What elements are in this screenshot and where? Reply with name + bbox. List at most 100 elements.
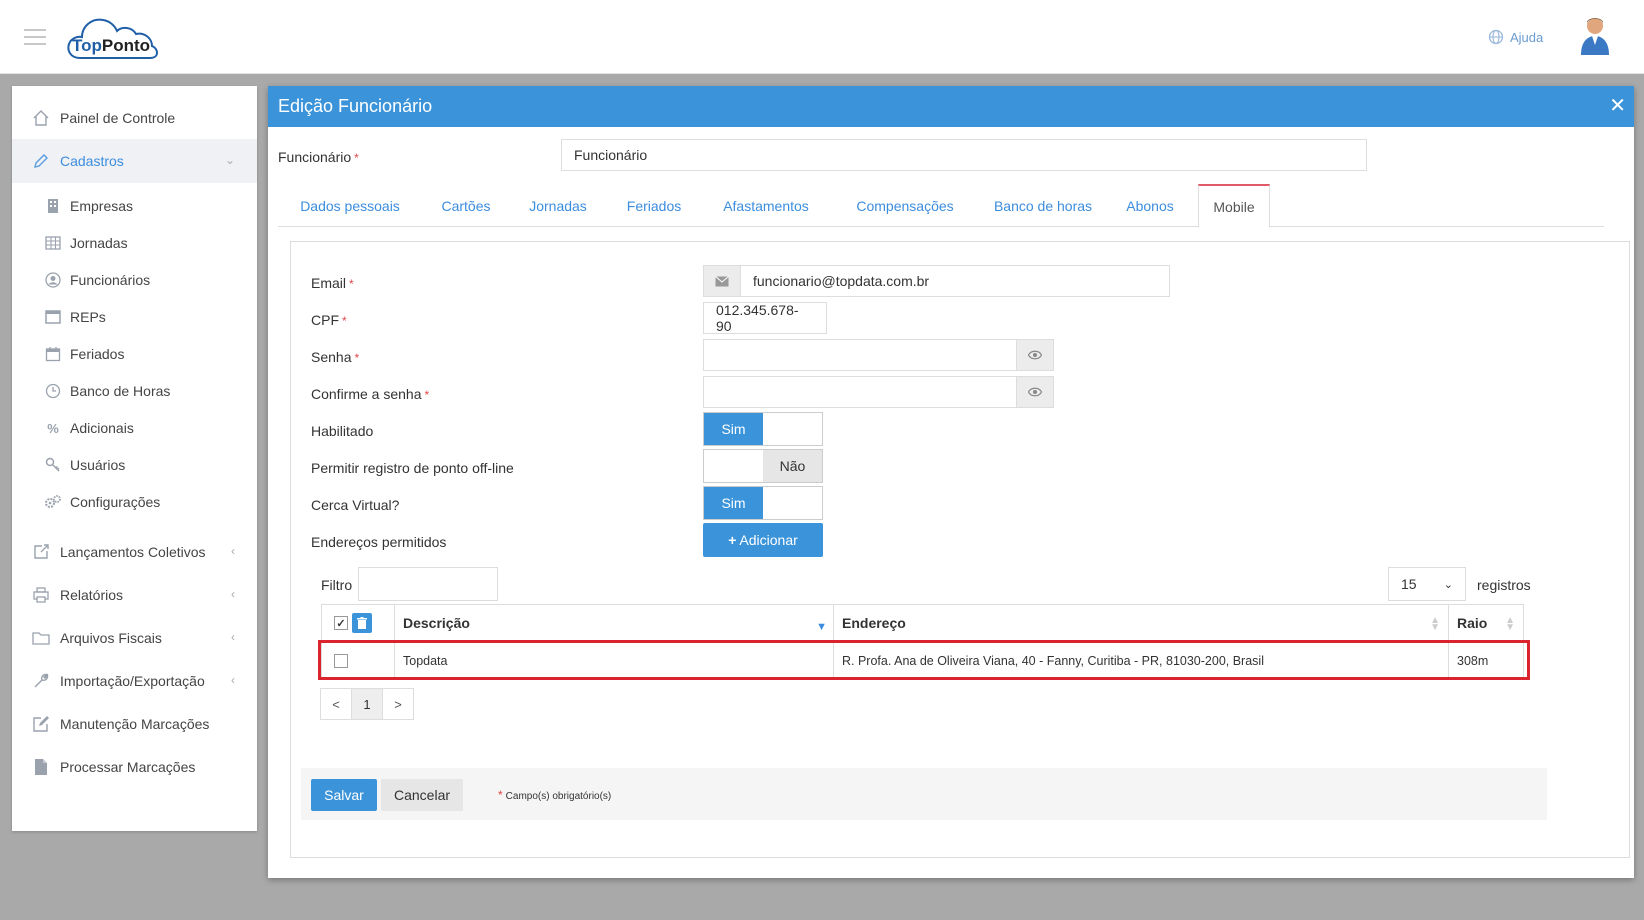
file-icon bbox=[30, 756, 52, 778]
column-raio-label: Raio bbox=[1457, 615, 1488, 631]
add-address-button[interactable]: + Adicionar bbox=[703, 523, 823, 557]
offline-toggle[interactable]: Não bbox=[703, 449, 823, 483]
sidebar-item-label: Painel de Controle bbox=[60, 110, 176, 126]
menu-icon[interactable] bbox=[24, 29, 46, 45]
help-link[interactable]: Ajuda bbox=[1488, 29, 1543, 45]
tab-label: Cartões bbox=[441, 198, 491, 214]
filtro-label: Filtro bbox=[321, 577, 353, 593]
cpf-field[interactable]: 012.345.678-90 bbox=[703, 302, 827, 334]
form-footer: Salvar Cancelar * Campo(s) obrigatório(s) bbox=[301, 768, 1547, 820]
sidebar-item-label: Cadastros bbox=[60, 153, 124, 169]
tab-jornadas[interactable]: Jornadas bbox=[514, 185, 602, 227]
sidebar-item-importacao[interactable]: Importação/Exportação ‹ bbox=[12, 659, 257, 703]
column-raio[interactable]: Raio ▲ ▼ bbox=[1448, 604, 1524, 642]
sidebar-item-label: Configurações bbox=[70, 494, 161, 510]
page-size-value: 15 bbox=[1401, 576, 1417, 592]
pagination: < 1 > bbox=[320, 688, 414, 720]
select-all-checkbox[interactable]: ✓ bbox=[334, 616, 348, 630]
sidebar-item-relatorios[interactable]: Relatórios ‹ bbox=[12, 573, 257, 617]
tab-dados-pessoais[interactable]: Dados pessoais bbox=[284, 185, 416, 227]
tab-compensacoes[interactable]: Compensações bbox=[838, 185, 972, 227]
key-icon bbox=[44, 456, 62, 474]
sidebar-item-funcionarios[interactable]: Funcionários bbox=[12, 262, 257, 298]
required-note: * Campo(s) obrigatório(s) bbox=[495, 788, 611, 802]
close-icon[interactable]: ✕ bbox=[1609, 94, 1626, 118]
chevron-left-icon: ‹ bbox=[231, 587, 235, 601]
cerca-label: Cerca Virtual? bbox=[311, 497, 400, 513]
tab-bar: Dados pessoais Cartões Jornadas Feriados… bbox=[278, 184, 1604, 228]
tab-mobile[interactable]: Mobile bbox=[1198, 184, 1270, 228]
clock-icon bbox=[44, 382, 62, 400]
home-icon bbox=[30, 107, 52, 129]
tab-cartoes[interactable]: Cartões bbox=[426, 185, 506, 227]
filtro-input[interactable] bbox=[358, 567, 498, 601]
pager-prev[interactable]: < bbox=[320, 688, 352, 720]
sidebar-item-adicionais[interactable]: % Adicionais bbox=[12, 410, 257, 446]
table-row-raio[interactable]: 308m bbox=[1448, 642, 1524, 680]
gears-icon bbox=[44, 493, 62, 511]
email-field[interactable]: funcionario@topdata.com.br bbox=[740, 265, 1170, 297]
pager-next[interactable]: > bbox=[382, 688, 414, 720]
sidebar-item-lancamentos[interactable]: Lançamentos Coletivos ‹ bbox=[12, 530, 257, 574]
sidebar-item-label: Relatórios bbox=[60, 587, 124, 603]
tab-banco-horas[interactable]: Banco de horas bbox=[982, 185, 1104, 227]
sidebar-item-processar[interactable]: Processar Marcações bbox=[12, 745, 257, 789]
sidebar: Painel de Controle Cadastros ⌄ Empresas … bbox=[12, 86, 257, 831]
sidebar-item-painel[interactable]: Painel de Controle bbox=[12, 96, 257, 140]
sidebar-item-configuracoes[interactable]: Configurações bbox=[12, 484, 257, 520]
eye-icon[interactable] bbox=[1016, 339, 1054, 371]
sidebar-item-empresas[interactable]: Empresas bbox=[12, 188, 257, 224]
calendar-icon bbox=[44, 345, 62, 363]
sidebar-item-jornadas[interactable]: Jornadas bbox=[12, 225, 257, 261]
email-field-value: funcionario@topdata.com.br bbox=[753, 273, 930, 289]
sidebar-item-manutencao[interactable]: Manutenção Marcações bbox=[12, 702, 257, 746]
required-marker: * bbox=[354, 151, 359, 165]
page-size-select[interactable]: 15 ⌄ bbox=[1388, 567, 1466, 601]
table-row-checkbox-cell bbox=[321, 642, 395, 680]
sidebar-item-label: Funcionários bbox=[70, 272, 151, 288]
tab-label: Dados pessoais bbox=[300, 198, 400, 214]
row-checkbox[interactable] bbox=[334, 654, 348, 668]
cerca-virtual-toggle[interactable]: Sim bbox=[703, 486, 823, 520]
sidebar-item-cadastros[interactable]: Cadastros ⌄ bbox=[12, 139, 257, 183]
confirme-senha-field[interactable] bbox=[703, 376, 1017, 408]
cancel-button[interactable]: Cancelar bbox=[381, 779, 463, 811]
column-descricao[interactable]: Descrição ▼ bbox=[394, 604, 834, 642]
table-row-endereco[interactable]: R. Profa. Ana de Oliveira Viana, 40 - Fa… bbox=[833, 642, 1449, 680]
senha-field[interactable] bbox=[703, 339, 1017, 371]
sidebar-item-label: Importação/Exportação bbox=[60, 673, 205, 689]
sidebar-item-feriados[interactable]: Feriados bbox=[12, 336, 257, 372]
column-endereco[interactable]: Endereço ▲ ▼ bbox=[833, 604, 1449, 642]
funcionario-field[interactable]: Funcionário bbox=[561, 139, 1367, 171]
sidebar-item-usuarios[interactable]: Usuários bbox=[12, 447, 257, 483]
sidebar-item-label: Banco de Horas bbox=[70, 383, 171, 399]
sidebar-item-label: Usuários bbox=[70, 457, 126, 473]
chevron-left-icon: ‹ bbox=[231, 544, 235, 558]
addresses-table: ✓ Descrição ▼ Endereço ▲ ▼ Raio ▲ ▼ Topd… bbox=[321, 604, 1541, 680]
sidebar-item-arquivos[interactable]: Arquivos Fiscais ‹ bbox=[12, 616, 257, 660]
eye-icon[interactable] bbox=[1016, 376, 1054, 408]
tab-afastamentos[interactable]: Afastamentos bbox=[704, 185, 828, 227]
table-row-descricao[interactable]: Topdata bbox=[394, 642, 834, 680]
senha-label-text: Senha bbox=[311, 349, 352, 365]
save-button[interactable]: Salvar bbox=[311, 779, 377, 811]
toggle-on-label: Sim bbox=[704, 487, 763, 519]
app-logo[interactable]: TopPonto bbox=[66, 14, 166, 64]
sidebar-item-label: Manutenção Marcações bbox=[60, 716, 210, 732]
row-endereco-text: R. Profa. Ana de Oliveira Viana, 40 - Fa… bbox=[842, 654, 1264, 668]
sidebar-item-label: Feriados bbox=[70, 346, 125, 362]
sidebar-item-banco-horas[interactable]: Banco de Horas bbox=[12, 373, 257, 409]
chevron-left-icon: ‹ bbox=[231, 630, 235, 644]
tab-abonos[interactable]: Abonos bbox=[1112, 185, 1188, 227]
trash-icon[interactable] bbox=[352, 613, 372, 633]
avatar[interactable] bbox=[1578, 15, 1612, 57]
edit-icon bbox=[30, 713, 52, 735]
tab-feriados[interactable]: Feriados bbox=[612, 185, 696, 227]
cpf-label-text: CPF bbox=[311, 312, 339, 328]
sidebar-item-reps[interactable]: REPs bbox=[12, 299, 257, 335]
globe-icon bbox=[1488, 29, 1504, 45]
pager-page[interactable]: 1 bbox=[351, 688, 383, 720]
row-raio-text: 308m bbox=[1457, 654, 1489, 668]
habilitado-toggle[interactable]: Sim bbox=[703, 412, 823, 446]
plus-icon: + bbox=[728, 532, 737, 548]
